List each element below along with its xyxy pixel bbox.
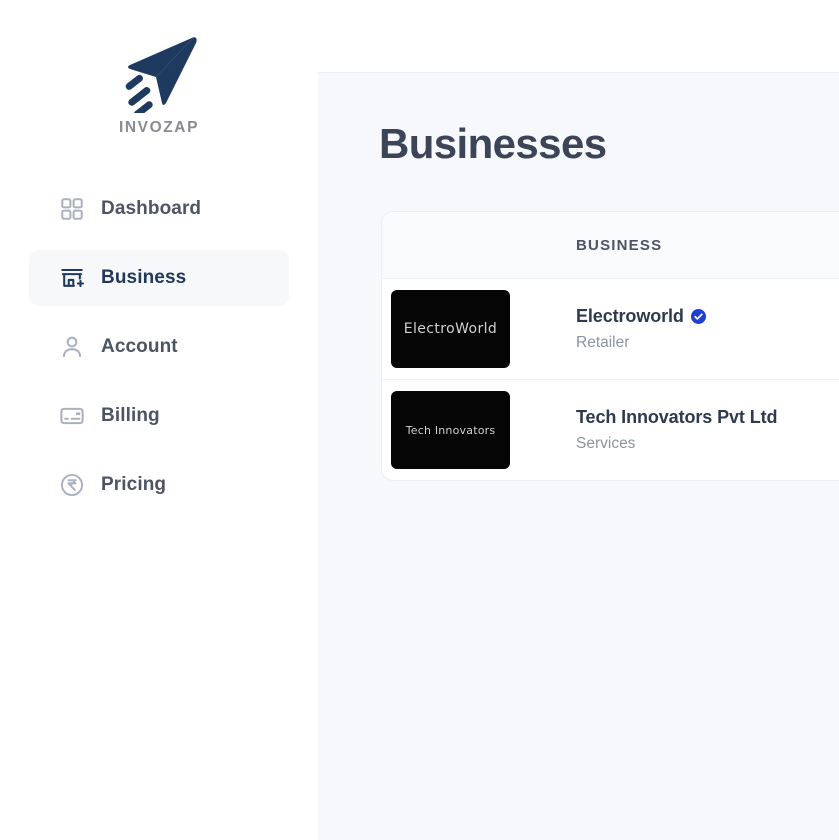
page-title: Businesses bbox=[379, 120, 607, 167]
sidebar-item-billing[interactable]: Billing bbox=[29, 388, 289, 444]
sidebar-nav: Dashboard Business Account Billing Prici… bbox=[0, 181, 318, 513]
sidebar-item-label: Billing bbox=[101, 405, 160, 426]
rupee-circle-icon bbox=[59, 472, 85, 498]
brand-name: INVOZAP bbox=[118, 119, 200, 136]
main-area: Businesses BUSINESS ElectroWorld Electro… bbox=[318, 0, 839, 840]
credit-card-icon bbox=[59, 403, 85, 429]
sidebar-item-label: Account bbox=[101, 336, 178, 357]
business-logo: Tech Innovators bbox=[391, 391, 510, 469]
app-root: INVOZAP Dashboard Business Account Billi… bbox=[0, 0, 839, 840]
business-info: Tech Innovators Pvt Ltd Services bbox=[576, 407, 777, 453]
content-area: Businesses BUSINESS ElectroWorld Electro… bbox=[318, 73, 839, 840]
user-icon bbox=[59, 334, 85, 360]
business-logo: ElectroWorld bbox=[391, 290, 510, 368]
column-header-business: BUSINESS bbox=[576, 236, 663, 254]
business-name-wrap: Electroworld bbox=[576, 306, 706, 327]
sidebar: INVOZAP Dashboard Business Account Billi… bbox=[0, 0, 318, 840]
brand[interactable]: INVOZAP bbox=[0, 0, 318, 137]
sidebar-item-label: Business bbox=[101, 267, 187, 288]
businesses-table: BUSINESS ElectroWorld Electroworld Retai… bbox=[381, 211, 839, 481]
business-name: Electroworld bbox=[576, 306, 684, 326]
business-category: Services bbox=[576, 435, 636, 452]
verified-badge-icon bbox=[690, 309, 706, 324]
sidebar-item-business[interactable]: Business bbox=[29, 250, 289, 306]
table-row[interactable]: ElectroWorld Electroworld Retailer bbox=[382, 279, 839, 380]
table-header-row: BUSINESS bbox=[382, 212, 839, 279]
sidebar-item-label: Dashboard bbox=[101, 198, 202, 219]
business-category: Retailer bbox=[576, 334, 630, 351]
sidebar-item-pricing[interactable]: Pricing bbox=[29, 457, 289, 513]
sidebar-item-dashboard[interactable]: Dashboard bbox=[29, 181, 289, 237]
sidebar-item-account[interactable]: Account bbox=[29, 319, 289, 375]
business-name: Tech Innovators Pvt Ltd bbox=[576, 407, 778, 427]
table-row[interactable]: Tech Innovators Tech Innovators Pvt Ltd … bbox=[382, 380, 839, 480]
grid-icon bbox=[59, 196, 85, 222]
business-name-wrap: Tech Innovators Pvt Ltd bbox=[576, 407, 777, 428]
sidebar-item-label: Pricing bbox=[101, 474, 167, 495]
topbar bbox=[318, 0, 839, 73]
storefront-plus-icon bbox=[59, 265, 85, 291]
paper-plane-icon bbox=[116, 33, 202, 113]
business-info: Electroworld Retailer bbox=[576, 306, 706, 352]
